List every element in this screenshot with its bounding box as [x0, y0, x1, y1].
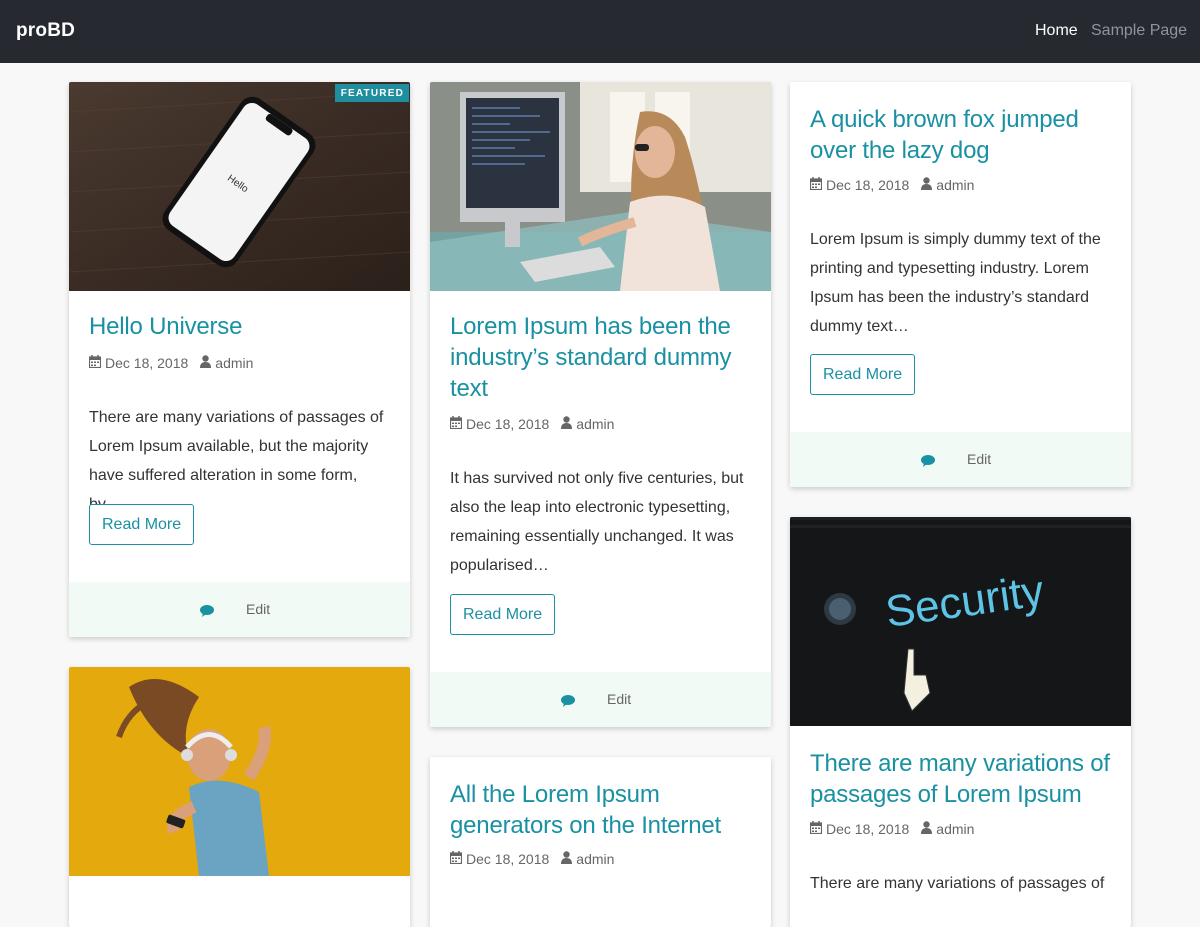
user-icon: [561, 851, 573, 867]
post-title[interactable]: All the Lorem Ipsum generators on the In…: [450, 779, 755, 841]
post-thumbnail[interactable]: [430, 82, 771, 291]
post-author-name: admin: [936, 177, 975, 193]
post-meta: Dec 18, 2018 admin: [88, 355, 253, 371]
calendar-icon: [449, 851, 463, 867]
post-title[interactable]: Lorem Ipsum has been the industry’s stan…: [450, 311, 755, 404]
comment-icon[interactable]: [561, 694, 575, 712]
post-author-name: admin: [215, 355, 254, 371]
post-meta: Dec 18, 2018 admin: [809, 821, 974, 837]
post-title[interactable]: A quick brown fox jumped over the lazy d…: [810, 104, 1115, 166]
woman-at-computer-image: [430, 82, 771, 291]
post-title[interactable]: Hello Universe: [89, 311, 394, 342]
post-card: Hello FEATURED Hello Universe Dec 18, 20…: [69, 82, 410, 637]
comment-icon[interactable]: [921, 454, 935, 472]
comment-icon[interactable]: [200, 604, 214, 622]
post-footer: Edit: [790, 432, 1131, 487]
post-excerpt: There are many variations of passages of: [810, 875, 1105, 892]
post-card: Security There are many variations of pa…: [790, 517, 1131, 927]
calendar-icon: [809, 821, 823, 837]
nav-home-link[interactable]: Home: [1035, 22, 1078, 40]
post-author[interactable]: admin: [921, 177, 974, 193]
user-icon: [921, 177, 933, 193]
security-screen-image: Security: [790, 517, 1131, 726]
post-author[interactable]: admin: [921, 821, 974, 837]
edit-link[interactable]: Edit: [967, 451, 991, 467]
post-thumbnail[interactable]: [69, 667, 410, 876]
nav-sample-page-link[interactable]: Sample Page: [1091, 22, 1187, 40]
calendar-icon: [809, 177, 823, 193]
edit-link[interactable]: Edit: [607, 691, 631, 707]
post-author[interactable]: admin: [561, 416, 614, 432]
post-author-name: admin: [576, 851, 615, 867]
post-meta: Dec 18, 2018 admin: [449, 416, 614, 432]
read-more-button[interactable]: Read More: [810, 354, 916, 395]
phone-on-desk-image: Hello: [69, 82, 410, 291]
calendar-icon: [449, 416, 463, 432]
post-author[interactable]: admin: [200, 355, 253, 371]
user-icon: [200, 355, 212, 371]
post-date: Dec 18, 2018: [466, 416, 550, 432]
post-footer: Edit: [69, 582, 410, 637]
post-excerpt: There are many variations of passages of…: [89, 409, 384, 513]
post-card: Lorem Ipsum has been the industry’s stan…: [430, 82, 771, 727]
post-footer: Edit: [430, 672, 771, 727]
post-date: Dec 18, 2018: [826, 821, 910, 837]
post-author-name: admin: [576, 416, 615, 432]
top-navbar: proBD Home Sample Page: [0, 0, 1200, 63]
read-more-button[interactable]: Read More: [89, 504, 195, 545]
edit-link[interactable]: Edit: [246, 601, 270, 617]
user-icon: [561, 416, 573, 432]
post-card: [69, 667, 410, 927]
woman-with-headphones-image: [69, 667, 410, 876]
post-meta: Dec 18, 2018 admin: [449, 851, 614, 867]
post-card: A quick brown fox jumped over the lazy d…: [790, 82, 1131, 487]
read-more-button[interactable]: Read More: [450, 594, 556, 635]
post-author[interactable]: admin: [561, 851, 614, 867]
calendar-icon: [88, 355, 102, 371]
post-meta: Dec 18, 2018 admin: [809, 177, 974, 193]
post-date: Dec 18, 2018: [466, 851, 550, 867]
post-thumbnail[interactable]: Hello FEATURED: [69, 82, 410, 291]
user-icon: [921, 821, 933, 837]
post-date: Dec 18, 2018: [826, 177, 910, 193]
post-title[interactable]: There are many variations of passages of…: [810, 748, 1115, 810]
featured-badge: FEATURED: [334, 84, 409, 102]
post-card: All the Lorem Ipsum generators on the In…: [430, 757, 771, 927]
post-date: Dec 18, 2018: [105, 355, 189, 371]
post-thumbnail[interactable]: Security: [790, 517, 1131, 726]
site-brand[interactable]: proBD: [16, 20, 75, 42]
post-author-name: admin: [936, 821, 975, 837]
post-excerpt: It has survived not only five centuries,…: [450, 470, 744, 574]
post-excerpt: Lorem Ipsum is simply dummy text of the …: [810, 231, 1101, 335]
